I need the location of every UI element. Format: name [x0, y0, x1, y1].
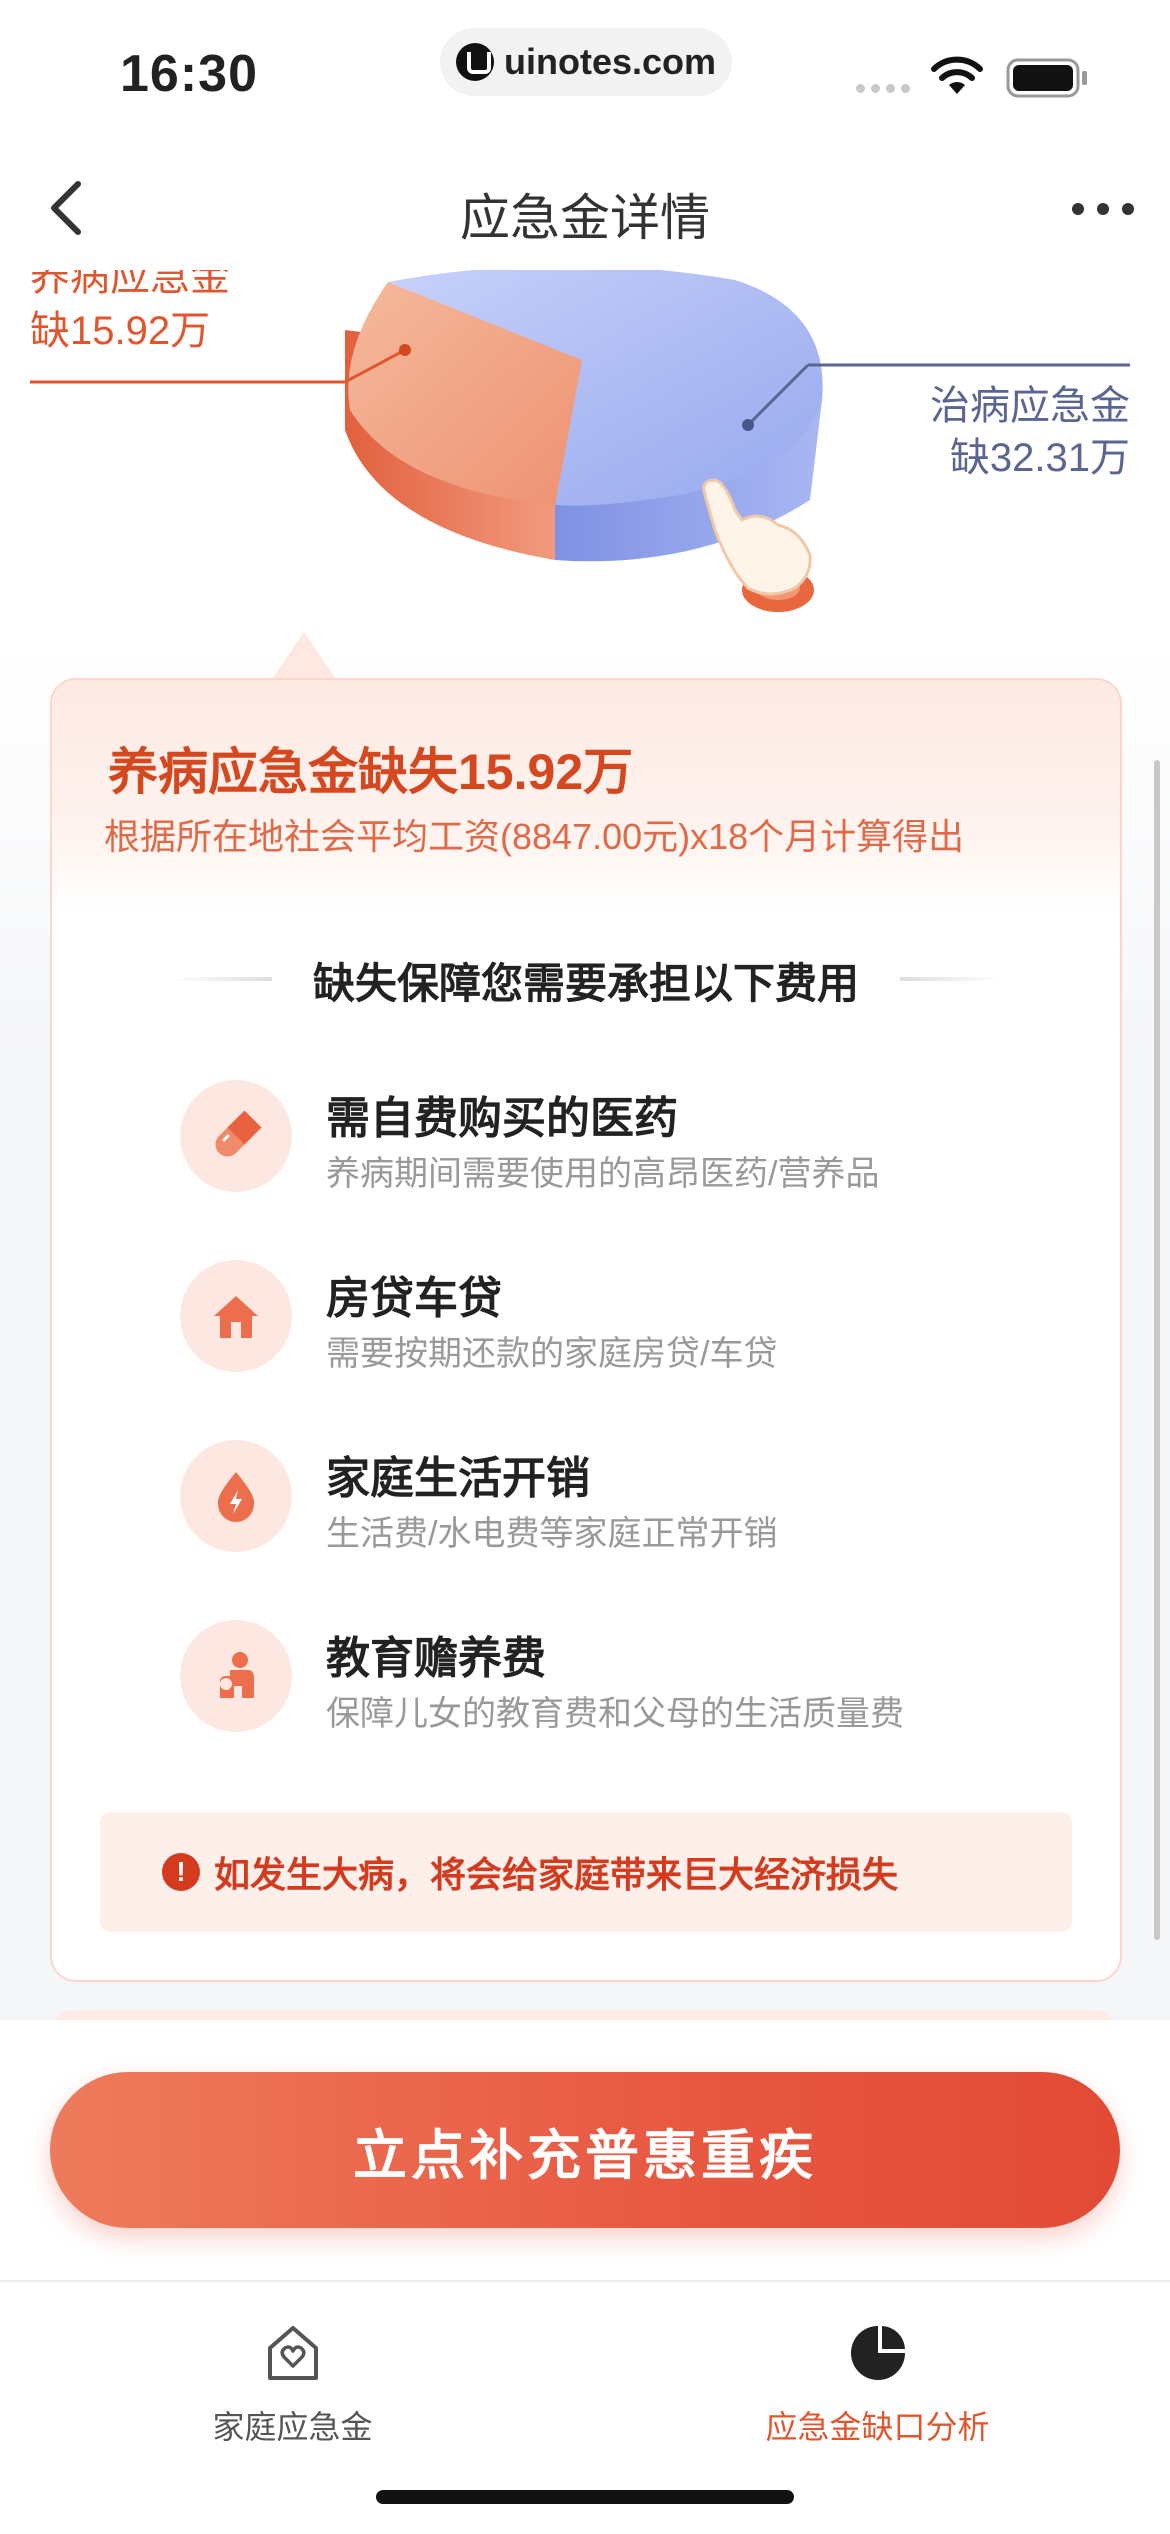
gap-detail-card: 养病应急金缺失15.92万 根据所在地社会平均工资(8847.00元)x18个月… — [50, 678, 1122, 1982]
cellular-signal-icon — [856, 84, 910, 93]
pie-chart-area[interactable]: 养病应急金 缺15.92万 治病应急金 缺32.31万 — [0, 270, 1170, 670]
tab-gap-analysis[interactable]: 应急金缺口分析 — [585, 2302, 1170, 2445]
left-slice-value: 缺15.92万 — [30, 309, 211, 353]
tab-family-fund[interactable]: 家庭应急金 — [0, 2302, 585, 2445]
more-options-button[interactable] — [1068, 184, 1138, 234]
expense-item-living: 家庭生活开销 生活费/水电费等家庭正常开销 — [180, 1440, 1060, 1580]
left-slice-label: 养病应急金 缺15.92万 — [30, 270, 230, 358]
expense-item-title: 家庭生活开销 — [326, 1454, 590, 1503]
gap-calculation-note: 根据所在地社会平均工资(8847.00元)x18个月计算得出 — [104, 816, 965, 857]
exclamation-icon: ! — [162, 1853, 200, 1891]
right-slice-title: 治病应急金 — [930, 384, 1130, 428]
gap-title: 养病应急金缺失15.92万 — [108, 744, 634, 800]
supplement-insurance-button[interactable]: 立点补充普惠重疾 — [50, 2072, 1120, 2228]
expense-item-medicine: 需自费购买的医药 养病期间需要使用的高昂医药/营养品 — [180, 1080, 1060, 1220]
expense-item-loans: 房贷车贷 需要按期还款的家庭房贷/车贷 — [180, 1260, 1060, 1400]
expense-item-desc: 养病期间需要使用的高昂医药/营养品 — [326, 1155, 880, 1193]
left-leader-dot — [399, 344, 411, 356]
family-icon — [180, 1620, 292, 1732]
house-icon — [180, 1260, 292, 1372]
warning-banner: ! 如发生大病，将会给家庭带来巨大经济损失 — [100, 1812, 1072, 1932]
expense-item-desc: 保障儿女的教育费和父母的生活质量费 — [326, 1695, 904, 1733]
energy-drop-icon — [180, 1440, 292, 1552]
pie-chart-icon — [851, 2326, 905, 2380]
right-leader-dot — [742, 419, 754, 431]
tab-label: 家庭应急金 — [212, 2409, 373, 2445]
url-pill[interactable]: uinotes.com — [440, 28, 732, 96]
scrollbar[interactable] — [1154, 760, 1160, 1940]
pill-icon — [180, 1080, 292, 1192]
expense-item-desc: 生活费/水电费等家庭正常开销 — [326, 1515, 778, 1553]
right-slice-value: 缺32.31万 — [949, 436, 1130, 480]
url-text: uinotes.com — [503, 41, 717, 82]
card-pointer — [270, 632, 338, 682]
battery-icon — [1006, 58, 1087, 98]
expense-item-education: 教育赡养费 保障儿女的教育费和父母的生活质量费 — [180, 1620, 1060, 1760]
warning-text: 如发生大病，将会给家庭带来巨大经济损失 — [214, 1854, 899, 1895]
wifi-icon — [931, 56, 983, 94]
section-divider-right — [900, 977, 1000, 981]
expense-item-desc: 需要按期还款的家庭房贷/车贷 — [326, 1335, 778, 1373]
house-heart-icon — [268, 2326, 318, 2380]
left-slice-title: 养病应急金 — [30, 270, 230, 299]
right-slice-label: 治病应急金 缺32.31万 — [930, 380, 1130, 484]
lock-icon — [455, 43, 494, 81]
page-title: 应急金详情 — [460, 190, 710, 246]
tab-label: 应急金缺口分析 — [765, 2409, 990, 2445]
expense-item-title: 教育赡养费 — [326, 1634, 546, 1683]
home-indicator — [376, 2490, 794, 2504]
expense-item-title: 需自费购买的医药 — [326, 1094, 678, 1143]
status-time: 16:30 — [120, 45, 258, 103]
expense-item-title: 房贷车贷 — [326, 1274, 502, 1323]
